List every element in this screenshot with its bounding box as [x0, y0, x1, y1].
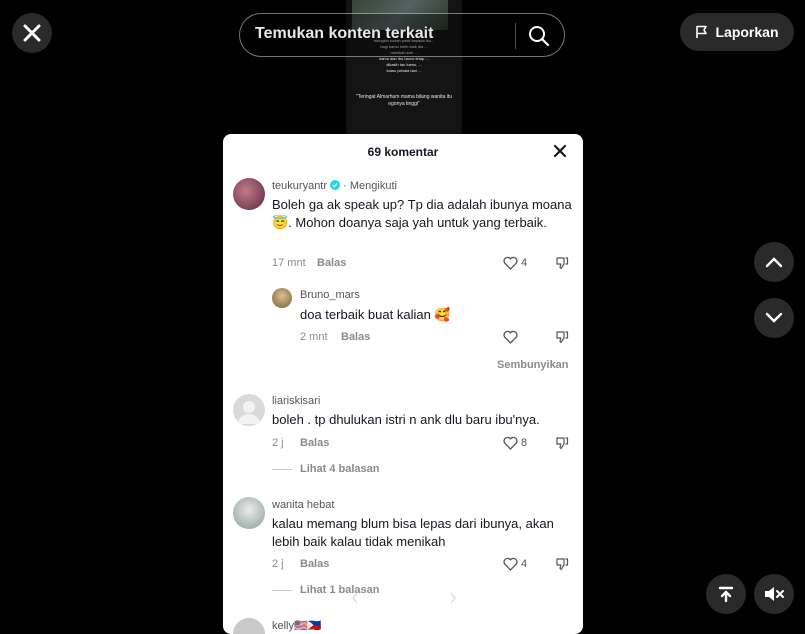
comments-count: 69 komentar: [367, 145, 439, 159]
close-button[interactable]: [12, 13, 52, 53]
search-icon[interactable]: [528, 25, 550, 52]
comment-time: 2 j: [272, 437, 284, 449]
report-button[interactable]: Laporkan: [680, 13, 794, 51]
arrow-up-icon: [718, 586, 734, 603]
reply-button[interactable]: Balas: [300, 558, 329, 570]
hide-replies-button[interactable]: Sembunyikan: [497, 359, 569, 371]
like-button[interactable]: [503, 330, 521, 344]
view-replies-button[interactable]: Lihat 4 balasan: [272, 463, 379, 475]
like-button[interactable]: 4: [503, 256, 527, 270]
report-label: Laporkan: [715, 24, 779, 40]
reply-button[interactable]: Balas: [341, 331, 370, 343]
chevron-right-icon[interactable]: [449, 591, 457, 609]
video-caption: "Teringat Almarhum mama bilang wanita it…: [356, 94, 452, 107]
comment-time: 2 mnt: [300, 331, 328, 343]
divider-line: [272, 468, 292, 470]
thumbs-down-icon: [556, 437, 569, 450]
verified-icon: [330, 180, 341, 190]
next-video-button[interactable]: [754, 298, 794, 338]
heart-icon: [503, 256, 518, 270]
dislike-button[interactable]: [555, 256, 569, 275]
comment-time: 17 mnt: [272, 257, 306, 269]
comment-text: Boleh ga ak speak up? Tp dia adalah ibun…: [272, 197, 572, 230]
view-replies-button[interactable]: Lihat 1 balasan: [272, 584, 379, 596]
comment-header: teukuryantr · Mengikuti: [272, 180, 397, 192]
avatar[interactable]: [272, 288, 292, 308]
dislike-button[interactable]: [555, 557, 569, 576]
username[interactable]: liariskisari: [272, 395, 320, 407]
heart-icon: [503, 330, 518, 344]
like-count: 4: [521, 257, 528, 269]
search-input[interactable]: [255, 25, 495, 43]
close-comments-button[interactable]: [553, 144, 567, 163]
comment-time: 2 j: [272, 558, 284, 570]
thumbs-down-icon: [556, 331, 569, 344]
follow-status: · Mengikuti: [343, 180, 397, 192]
view-replies-label: Lihat 1 balasan: [300, 584, 380, 596]
view-replies-label: Lihat 4 balasan: [300, 463, 380, 475]
flag-icon: [696, 25, 708, 38]
close-icon: [23, 24, 41, 42]
comment-text: kalau memang blum bisa lepas dari ibunya…: [272, 516, 554, 549]
avatar[interactable]: [233, 497, 265, 529]
dislike-button[interactable]: [555, 436, 569, 455]
scroll-to-top-button[interactable]: [706, 574, 746, 614]
thumbs-down-icon: [556, 558, 569, 571]
chevron-up-icon: [765, 257, 783, 268]
reply-button[interactable]: Balas: [300, 437, 329, 449]
divider-line: [272, 589, 292, 591]
search-divider: [515, 23, 516, 49]
previous-video-button[interactable]: [754, 242, 794, 282]
username[interactable]: Bruno_mars: [300, 289, 360, 301]
close-icon: [553, 144, 567, 158]
thumbs-down-icon: [556, 257, 569, 270]
chevron-left-icon[interactable]: [351, 591, 359, 609]
heart-icon: [503, 436, 518, 450]
mute-button[interactable]: [754, 574, 794, 614]
reply-button[interactable]: Balas: [317, 257, 346, 269]
comment-text: boleh . tp dhulukan istri n ank dlu baru…: [272, 412, 540, 427]
like-count: 4: [521, 558, 528, 570]
like-count: 8: [521, 437, 528, 449]
default-avatar-icon: [238, 401, 260, 424]
heart-icon: [503, 557, 518, 571]
username[interactable]: teukuryantr: [272, 180, 327, 192]
comment-text: doa terbaik buat kalian 🥰: [300, 307, 451, 322]
username[interactable]: wanita hebat: [272, 499, 334, 511]
avatar[interactable]: [233, 618, 265, 634]
comments-panel: 69 komentar teukuryantr · Mengikuti Bole…: [223, 134, 583, 634]
chevron-down-icon: [765, 312, 783, 323]
dislike-button[interactable]: [555, 330, 569, 349]
like-button[interactable]: 8: [503, 436, 527, 450]
volume-muted-icon: [765, 587, 784, 601]
like-button[interactable]: 4: [503, 557, 527, 571]
avatar[interactable]: [233, 394, 265, 426]
search-bar: [239, 13, 565, 57]
avatar[interactable]: [233, 178, 265, 210]
